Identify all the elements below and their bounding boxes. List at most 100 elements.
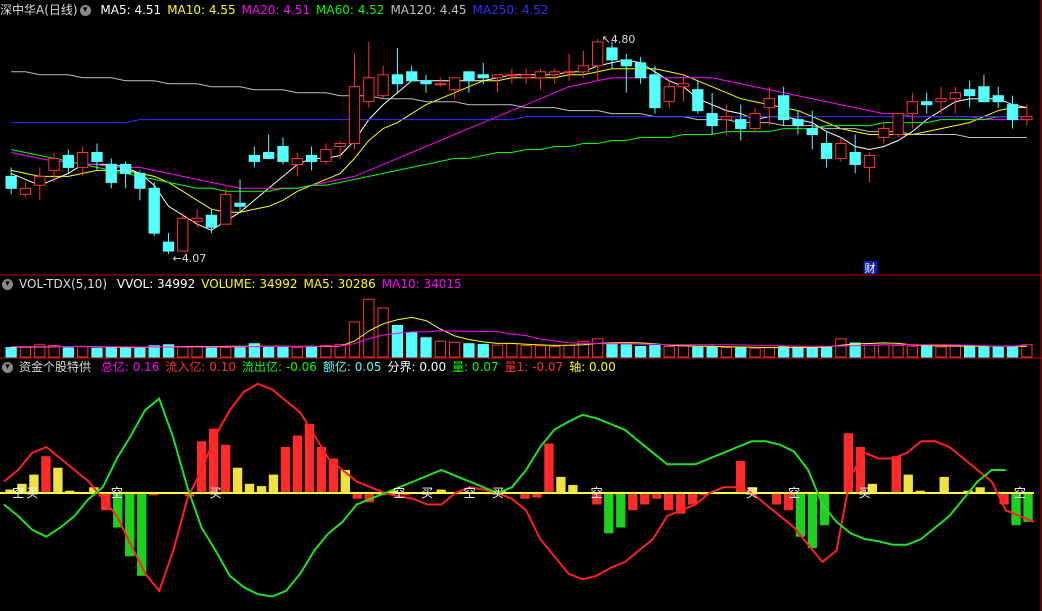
volume-bar xyxy=(863,344,876,358)
fund-signal-label: 买 xyxy=(492,486,504,500)
volume-bar xyxy=(191,346,203,358)
candle-body xyxy=(334,143,346,147)
volume-bar xyxy=(491,344,504,358)
candle-body xyxy=(835,143,847,159)
settings-dot-icon[interactable]: ▾ xyxy=(2,279,13,290)
candle-body xyxy=(820,143,833,159)
volume-indicator-3: MA10: 34015 xyxy=(381,277,462,291)
event-tag: 财 xyxy=(864,261,875,275)
ma5-line xyxy=(11,59,1027,231)
fund-signal-label: 买 xyxy=(746,486,758,500)
volume-bar xyxy=(134,347,146,358)
candle-body xyxy=(377,74,389,97)
fund-bar xyxy=(556,476,566,493)
volume-bar xyxy=(291,347,303,358)
volume-bar xyxy=(177,346,189,358)
candle-body xyxy=(320,148,332,162)
fund-bar xyxy=(664,493,674,511)
price-header: 深中华A(日线) ▾ MA5: 4.51 MA10: 4.55 MA20: 4.51 M… xyxy=(0,2,561,18)
fund-indicator-5: 量: 0.07 xyxy=(452,360,499,374)
candle-body xyxy=(134,172,146,189)
volume-bar xyxy=(320,344,332,358)
volume-bar xyxy=(305,346,318,358)
volume-bar xyxy=(792,346,804,358)
fund-bar xyxy=(220,444,231,493)
settings-dot-icon[interactable]: ▾ xyxy=(79,5,91,16)
candle-body xyxy=(749,113,761,130)
fund-header: ▾ 资金个股特供 总亿: 0.16 流入亿: 0.10 流出亿: -0.06 额亿: 0… xyxy=(0,359,628,375)
volume-bar xyxy=(77,346,89,358)
volume-bar xyxy=(735,347,747,358)
volume-bar xyxy=(906,345,919,358)
settings-dot-icon[interactable]: ▾ xyxy=(2,362,13,373)
volume-bar xyxy=(677,345,690,358)
volume-indicator-2: MA5: 30286 xyxy=(303,277,376,291)
volume-bar xyxy=(935,346,947,358)
ma20-line xyxy=(11,77,1027,189)
candle-body xyxy=(634,62,647,79)
candle-body xyxy=(491,74,504,79)
candle-body xyxy=(921,101,933,106)
candle-body xyxy=(677,83,690,88)
candle-body xyxy=(663,86,675,103)
candle-body xyxy=(949,92,961,100)
candle-body xyxy=(220,193,232,225)
candle-body xyxy=(5,175,17,189)
volume-bar xyxy=(520,344,532,358)
candle-body xyxy=(1006,104,1019,121)
candle-body xyxy=(434,83,446,86)
candle-body xyxy=(620,59,632,67)
fund-bar xyxy=(604,493,614,534)
fund-bar xyxy=(137,493,147,576)
stock-chart[interactable]: ↖4.80←4.07财空买空买空买空买空买空买空 xyxy=(0,0,1042,611)
candle-body xyxy=(77,151,89,168)
candle-body xyxy=(1021,116,1033,121)
volume-bar xyxy=(434,340,446,358)
fund-indicator-2: 流出亿: -0.06 xyxy=(242,360,317,374)
candle-body xyxy=(448,77,461,91)
volume-bar xyxy=(220,347,232,358)
candle-body xyxy=(778,95,790,121)
volume-bar xyxy=(806,347,818,358)
volume-bar xyxy=(892,344,904,358)
volume-bar xyxy=(949,345,961,358)
candle-body xyxy=(706,113,718,127)
fund-indicator-3: 额亿: 0.05 xyxy=(322,360,382,374)
fund-bar xyxy=(628,493,638,511)
volume-bar xyxy=(348,321,361,358)
volume-bar xyxy=(506,343,518,358)
fund-bar xyxy=(687,493,698,505)
candle-body xyxy=(263,151,275,159)
volume-bar xyxy=(263,346,275,358)
candle-body xyxy=(506,74,518,77)
volume-bar xyxy=(1006,345,1019,358)
fund-signal-label: 空 xyxy=(591,486,603,500)
fund-signal-label: 买 xyxy=(859,486,871,500)
volume-bar xyxy=(391,325,404,358)
candle-body xyxy=(720,116,733,121)
fund-signal-label: 空 xyxy=(788,486,800,500)
candle-body xyxy=(91,151,103,162)
volume-bar xyxy=(878,344,890,358)
volume-bar xyxy=(420,337,432,358)
candle-body xyxy=(978,86,990,103)
candle-body xyxy=(849,151,861,165)
fund-signal-label: 空 xyxy=(393,486,405,500)
volume-bar xyxy=(749,347,761,358)
fund-indicator-7: 轴: 0.00 xyxy=(569,360,616,374)
volume-bar xyxy=(663,346,675,358)
price-title: 深中华A(日线) xyxy=(0,3,78,17)
candle-body xyxy=(348,86,361,145)
volume-bar xyxy=(634,346,647,358)
candle-body xyxy=(963,89,976,97)
volume-bar xyxy=(277,346,289,358)
fund-bar xyxy=(891,456,901,493)
ma10-line xyxy=(11,68,1027,213)
fund-indicator-4: 分界: 0.00 xyxy=(387,360,447,374)
fund-bar xyxy=(568,484,578,493)
volume-bar xyxy=(248,343,260,358)
volume-bar xyxy=(477,343,489,358)
candle-body xyxy=(205,214,218,228)
candle-body xyxy=(477,74,489,79)
volume-indicator-1: VOLUME: 34992 xyxy=(201,277,298,291)
